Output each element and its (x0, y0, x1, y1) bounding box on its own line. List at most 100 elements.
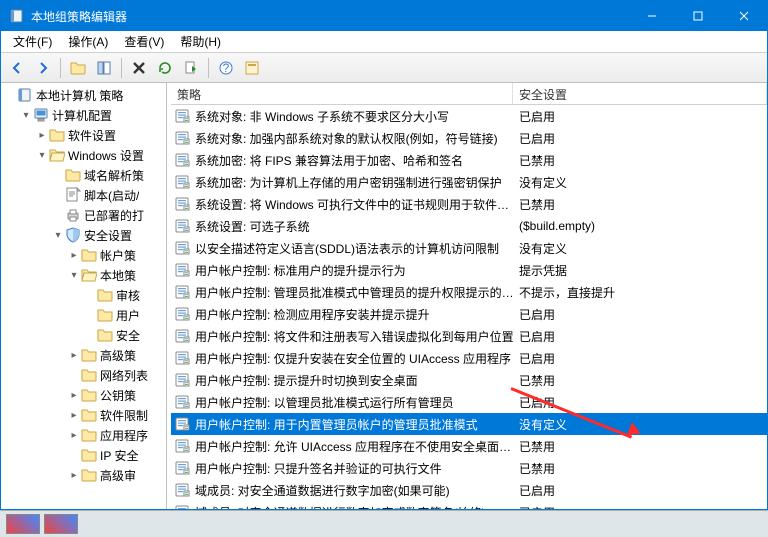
back-button[interactable] (5, 56, 29, 80)
tree-audit[interactable]: 审核 (81, 285, 166, 305)
tree-user-rights[interactable]: 用户 (81, 305, 166, 325)
tree-ip-sec[interactable]: IP 安全 (65, 445, 166, 465)
chevron-right-icon[interactable]: ▸ (67, 348, 81, 362)
policy-row[interactable]: 域成员: 对安全通道数据进行数字加密(如果可能) 已启用 (171, 479, 767, 501)
policy-setting: 已启用 (513, 482, 767, 499)
policy-name: 系统加密: 为计算机上存储的用户密钥强制进行强密钥保护 (195, 174, 502, 191)
folder-icon (81, 247, 97, 263)
toolbar-sep (60, 58, 61, 78)
policy-row[interactable]: 用户帐户控制: 仅提升安装在安全位置的 UIAccess 应用程序已启用 (171, 347, 767, 369)
tree-software-settings[interactable]: ▸软件设置 (33, 125, 166, 145)
policy-row[interactable]: 系统加密: 为计算机上存储的用户密钥强制进行强密钥保护没有定义 (171, 171, 767, 193)
col-setting[interactable]: 安全设置 (513, 83, 767, 104)
tree-computer-config[interactable]: ▾ 计算机配置 (17, 105, 166, 125)
policy-item-icon (175, 196, 191, 212)
policy-row[interactable]: 系统设置: 可选子系统($build.empty) (171, 215, 767, 237)
chevron-right-icon[interactable]: ▸ (35, 128, 49, 142)
policy-name: 用户帐户控制: 检测应用程序安装并提示提升 (195, 306, 430, 323)
tree-windows-settings[interactable]: ▾Windows 设置 (33, 145, 166, 165)
policy-setting: 提示凭据 (513, 262, 767, 279)
policy-name: 用户帐户控制: 用于内置管理员帐户的管理员批准模式 (195, 416, 478, 433)
policy-name: 域成员: 对安全通道数据进行数字加密(如果可能) (195, 482, 450, 499)
folder-icon (81, 427, 97, 443)
refresh-button[interactable] (153, 56, 177, 80)
script-icon (65, 187, 81, 203)
policy-setting: 没有定义 (513, 416, 767, 433)
folder-icon (81, 467, 97, 483)
chevron-right-icon[interactable]: ▸ (67, 408, 81, 422)
policy-item-icon (175, 394, 191, 410)
close-button[interactable] (721, 1, 767, 31)
delete-button[interactable] (127, 56, 151, 80)
tree-security[interactable]: ▾安全设置 (49, 225, 166, 245)
export-button[interactable] (179, 56, 203, 80)
policy-row[interactable]: 以安全描述符定义语言(SDDL)语法表示的计算机访问限制没有定义 (171, 237, 767, 259)
chevron-right-icon[interactable]: ▸ (67, 468, 81, 482)
list-body[interactable]: 系统对象: 非 Windows 子系统不要求区分大小写已启用系统对象: 加强内部… (171, 105, 767, 509)
chevron-down-icon[interactable]: ▾ (67, 268, 81, 282)
taskbar-thumb (44, 514, 78, 534)
tree-scripts[interactable]: 脚本(启动/ (49, 185, 166, 205)
chevron-down-icon[interactable]: ▾ (51, 228, 65, 242)
policy-row[interactable]: 用户帐户控制: 管理员批准模式中管理员的提升权限提示的…不提示，直接提升 (171, 281, 767, 303)
chevron-right-icon[interactable]: ▸ (67, 428, 81, 442)
twisty-icon (3, 88, 17, 102)
svg-text:?: ? (223, 61, 230, 75)
tree-adv-audit[interactable]: ▸高级审 (65, 465, 166, 485)
tree-account[interactable]: ▸帐户策 (65, 245, 166, 265)
policy-row[interactable]: 用户帐户控制: 检测应用程序安装并提示提升 已启用 (171, 303, 767, 325)
tree-dns[interactable]: 域名解析策 (49, 165, 166, 185)
list-header: 策略 安全设置 (171, 83, 767, 105)
policy-row[interactable]: 用户帐户控制: 用于内置管理员帐户的管理员批准模式 没有定义 (171, 413, 767, 435)
policy-item-icon (175, 482, 191, 498)
policy-row[interactable]: 用户帐户控制: 允许 UIAccess 应用程序在不使用安全桌面…已禁用 (171, 435, 767, 457)
tree-root[interactable]: 本地计算机 策略 (1, 85, 166, 105)
menu-view[interactable]: 查看(V) (116, 31, 172, 52)
policy-row[interactable]: 用户帐户控制: 将文件和注册表写入错误虚拟化到每用户位置已启用 (171, 325, 767, 347)
chevron-down-icon[interactable]: ▾ (35, 148, 49, 162)
tree-network[interactable]: 网络列表 (65, 365, 166, 385)
minimize-button[interactable] (629, 1, 675, 31)
help-button[interactable]: ? (214, 56, 238, 80)
chevron-down-icon[interactable]: ▾ (19, 108, 33, 122)
menu-action[interactable]: 操作(A) (60, 31, 116, 52)
policy-item-icon (175, 108, 191, 124)
forward-button[interactable] (31, 56, 55, 80)
col-policy[interactable]: 策略 (171, 83, 513, 104)
policy-item-icon (175, 152, 191, 168)
policy-name: 系统设置: 将 Windows 可执行文件中的证书规则用于软件… (195, 196, 509, 213)
tree-restrict[interactable]: ▸软件限制 (65, 405, 166, 425)
policy-setting: 已启用 (513, 306, 767, 323)
policy-item-icon (175, 306, 191, 322)
policy-row[interactable]: 系统对象: 非 Windows 子系统不要求区分大小写已启用 (171, 105, 767, 127)
tree-local[interactable]: ▾本地策 (65, 265, 166, 285)
policy-row[interactable]: 系统设置: 将 Windows 可执行文件中的证书规则用于软件…已禁用 (171, 193, 767, 215)
policy-row[interactable]: 用户帐户控制: 以管理员批准模式运行所有管理员已启用 (171, 391, 767, 413)
show-hide-tree-button[interactable] (92, 56, 116, 80)
printer-icon (65, 207, 81, 223)
chevron-right-icon[interactable]: ▸ (67, 248, 81, 262)
maximize-button[interactable] (675, 1, 721, 31)
tree-pane[interactable]: 本地计算机 策略 ▾ 计算机配置 ▸软件设置 (1, 83, 167, 509)
tree-advanced[interactable]: ▸高级策 (65, 345, 166, 365)
folder-icon (81, 347, 97, 363)
policy-row[interactable]: 系统加密: 将 FIPS 兼容算法用于加密、哈希和签名已禁用 (171, 149, 767, 171)
tree-deployed[interactable]: 已部署的打 (49, 205, 166, 225)
tree-app-ctrl[interactable]: ▸应用程序 (65, 425, 166, 445)
policy-setting: 已启用 (513, 394, 767, 411)
policy-row[interactable]: 系统对象: 加强内部系统对象的默认权限(例如，符号链接)已启用 (171, 127, 767, 149)
tree-public-key[interactable]: ▸公钥策 (65, 385, 166, 405)
up-button[interactable] (66, 56, 90, 80)
policy-row[interactable]: 域成员: 对安全通道数据进行数字加密或数字签名(始终)已启用 (171, 501, 767, 509)
menu-help[interactable]: 帮助(H) (172, 31, 229, 52)
menu-file[interactable]: 文件(F) (5, 31, 60, 52)
policy-item-icon (175, 460, 191, 476)
policy-item-icon (175, 372, 191, 388)
tree-sec-options[interactable]: 安全 (81, 325, 166, 345)
policy-item-icon (175, 350, 191, 366)
policy-row[interactable]: 用户帐户控制: 提示提升时切换到安全桌面已禁用 (171, 369, 767, 391)
properties-button[interactable] (240, 56, 264, 80)
policy-row[interactable]: 用户帐户控制: 只提升签名并验证的可执行文件已禁用 (171, 457, 767, 479)
policy-row[interactable]: 用户帐户控制: 标准用户的提升提示行为提示凭据 (171, 259, 767, 281)
chevron-right-icon[interactable]: ▸ (67, 388, 81, 402)
